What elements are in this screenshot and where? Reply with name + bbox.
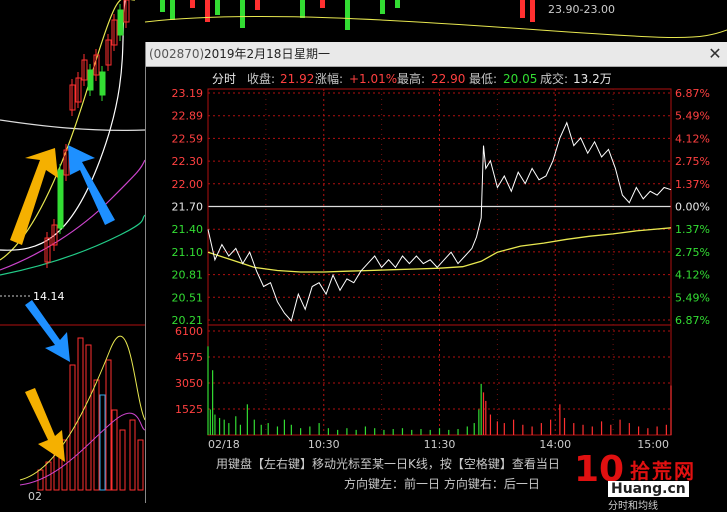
y-tick-right-7: 2.75% [675, 246, 710, 259]
change-value: +1.01% [349, 72, 398, 86]
candle-9 [99, 71, 106, 96]
y-tick-left-6: 21.40 [172, 223, 204, 236]
y-tick-left-5: 21.70 [172, 201, 204, 214]
top-candle-0 [160, 0, 165, 12]
top-candle-3 [205, 0, 210, 22]
change-label: 涨幅: [315, 72, 344, 86]
bg-vol-bar-2 [53, 454, 60, 491]
top-candle-6 [255, 0, 260, 10]
y-tick-left-8: 20.81 [172, 269, 204, 282]
close-label: 收盘: [247, 72, 276, 86]
volume-value: 13.2万 [573, 72, 612, 86]
volume-tick-1: 4575 [175, 351, 203, 364]
intraday-popup[interactable]: (002870) 2019年2月18日 星期一 ✕ 23.19 6.87% 22.8… [145, 42, 727, 503]
top-candle-5 [240, 0, 245, 28]
y-tick-right-4: 1.37% [675, 178, 710, 191]
x-tick-1: 10:30 [308, 438, 340, 451]
top-candle-12 [520, 0, 525, 18]
y-tick-left-7: 21.10 [172, 246, 204, 259]
volume-label: 成交: [540, 72, 569, 86]
hint-line-2: 方向键左：前一日 方向键右：后一日 [344, 477, 540, 491]
bg-vol-bar-11 [119, 429, 126, 491]
volume-tick-0: 6100 [175, 325, 203, 338]
top-range-label: 23.90-23.00 [548, 3, 615, 16]
y-tick-right-3: 2.75% [675, 155, 710, 168]
candle-2 [57, 169, 64, 229]
y-tick-left-3: 22.30 [172, 155, 204, 168]
bg-vol-bar-6 [85, 344, 92, 491]
info-bar: 分时 收盘: 21.92 涨幅: +1.01% 最高: 22.90 最低: 20… [146, 70, 727, 88]
y-tick-left-2: 22.59 [172, 132, 204, 145]
fenshi-label: 分时 [212, 72, 237, 86]
y-tick-left-4: 22.00 [172, 178, 204, 191]
blue-arrow-up-icon [68, 145, 115, 225]
y-tick-right-1: 5.49% [675, 110, 710, 123]
price-marker-label: 14.14 [33, 290, 65, 303]
blue-arrow-down-icon [25, 300, 70, 362]
y-tick-right-8: 4.12% [675, 269, 710, 282]
bg-vol-bar-12 [129, 419, 136, 491]
y-tick-right-10: 6.87% [675, 314, 710, 327]
close-value: 21.92 [280, 72, 315, 86]
y-tick-right-6: 1.37% [675, 223, 710, 236]
bg-vol-bar-13 [137, 439, 144, 491]
x-tick-0: 02/18 [208, 438, 240, 451]
top-candle-4 [215, 0, 220, 15]
high-value: 22.90 [431, 72, 466, 86]
high-label: 最高: [397, 72, 426, 86]
logo-chinese: 拾荒网 [630, 459, 696, 483]
top-candle-1 [170, 0, 175, 20]
low-label: 最低: [469, 72, 498, 86]
bg-vol-bar-5 [77, 337, 84, 491]
top-ma-line [144, 16, 727, 38]
logo-bottom-text: 分时和均线 [608, 501, 658, 512]
top-candle-2 [190, 0, 195, 8]
top-candle-7 [300, 0, 305, 18]
volume-tick-2: 3050 [175, 377, 203, 390]
y-tick-left-0: 23.19 [172, 87, 204, 100]
top-candle-9 [345, 0, 350, 30]
price-line [207, 121, 672, 322]
bg-x-label-left: 02 [28, 490, 42, 503]
y-tick-right-0: 6.87% [675, 87, 710, 100]
y-tick-right-5: 0.00% [675, 201, 710, 214]
y-tick-left-9: 20.51 [172, 291, 204, 304]
orange-arrow-down-icon [25, 388, 65, 462]
y-tick-left-1: 22.89 [172, 110, 204, 123]
orange-arrow-up-icon [10, 148, 58, 245]
site-watermark-logo: 10 拾荒网 Huang.cn 分时和均线 [568, 449, 727, 512]
candle-12 [117, 9, 124, 36]
logo-url: Huang.cn [608, 481, 689, 497]
y-tick-right-2: 4.12% [675, 132, 710, 145]
top-candle-13 [530, 0, 535, 22]
candle-7 [87, 69, 94, 91]
top-candle-10 [380, 0, 385, 14]
ma-line-0 [0, 119, 146, 131]
bg-vol-bar-8 [99, 394, 106, 491]
hint-line-1: 用键盘【左右键】移动光标至某一日K线，按【空格键】查看当日 [216, 457, 560, 471]
y-tick-right-9: 5.49% [675, 291, 710, 304]
x-tick-2: 11:30 [424, 438, 456, 451]
volume-tick-3: 1525 [175, 403, 203, 416]
low-value: 20.05 [503, 72, 538, 86]
top-candle-11 [395, 0, 400, 8]
intraday-chart[interactable]: 23.19 6.87% 22.89 5.49% 22.59 4.12% 22.30 2.75%… [146, 42, 727, 503]
top-candle-8 [320, 0, 325, 8]
x-tick-3: 14:00 [539, 438, 571, 451]
